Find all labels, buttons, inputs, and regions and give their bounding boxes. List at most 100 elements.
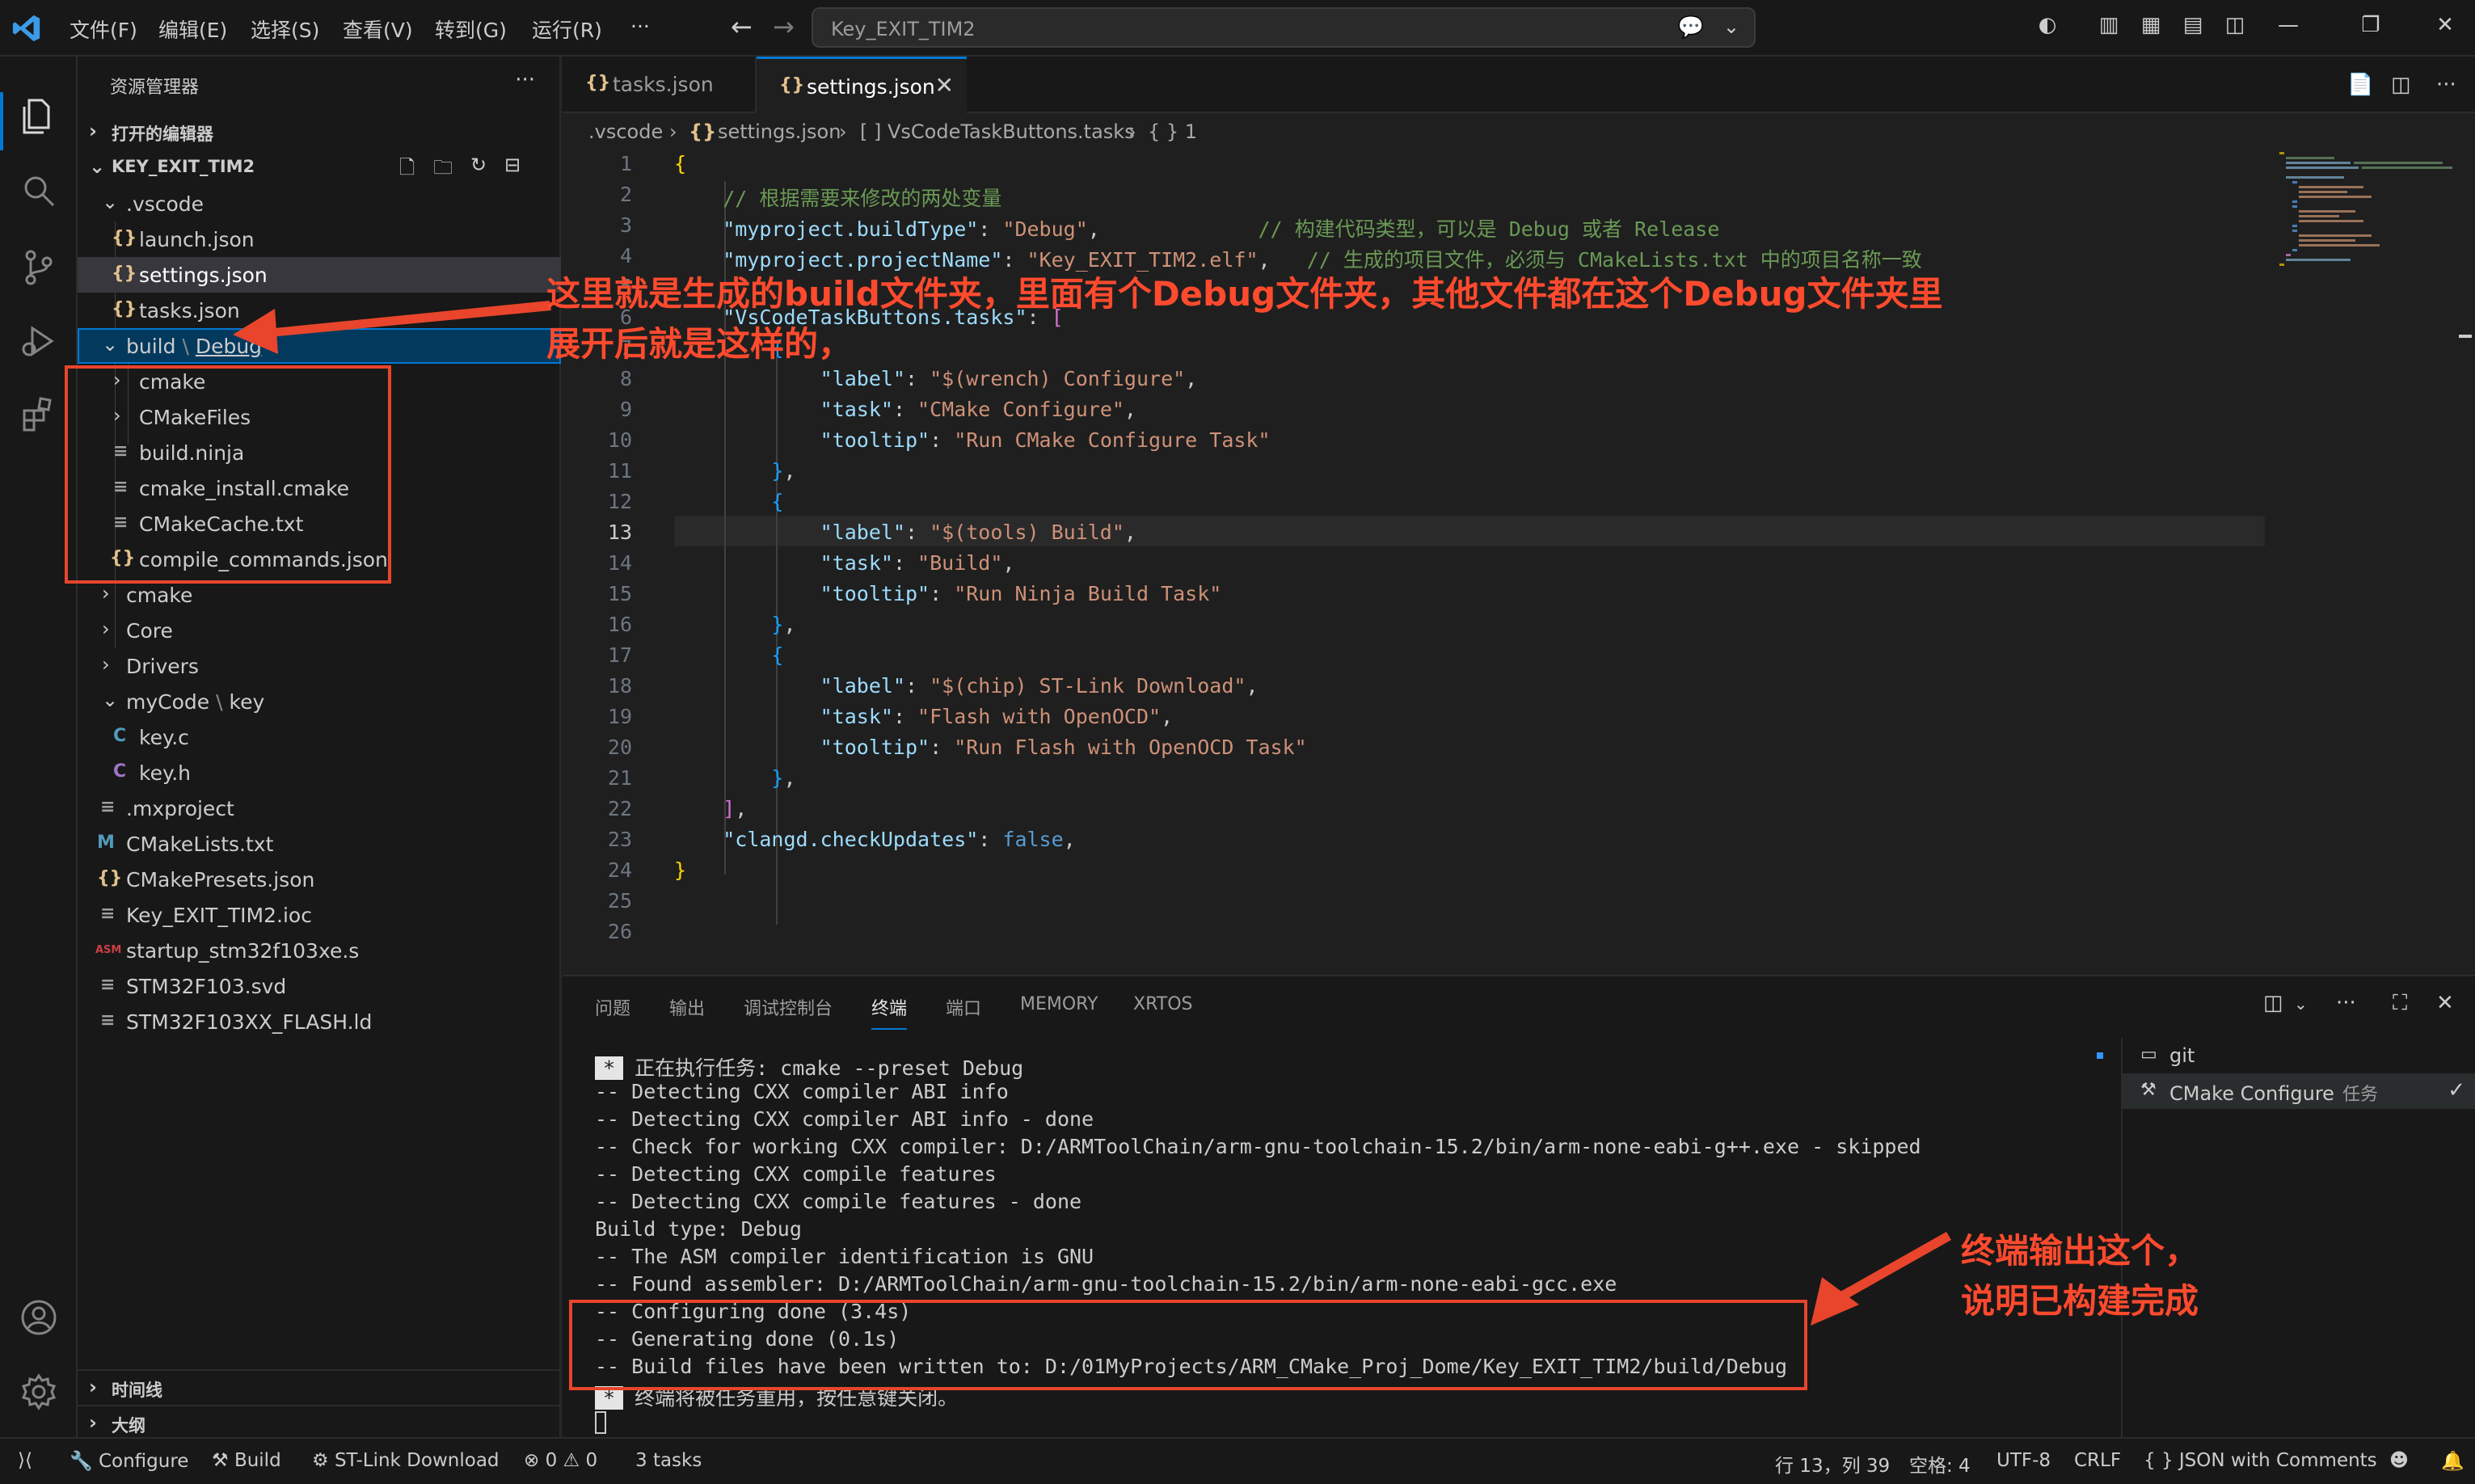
timeline-section[interactable]: › 时间线 (78, 1369, 561, 1402)
remote-icon[interactable]: ⟩⟨ (18, 1450, 32, 1471)
extensions-icon[interactable] (18, 394, 60, 436)
minimap[interactable] (2273, 149, 2459, 973)
run-debug-icon[interactable] (18, 320, 60, 362)
configure-label: Configure (98, 1451, 189, 1472)
settings-gear-icon[interactable] (18, 1371, 60, 1413)
menu-run[interactable]: 运行(R) (532, 15, 602, 44)
toggle-sidebar-icon[interactable]: ▥ (2097, 13, 2121, 37)
maximize-panel-icon[interactable]: ⛶ (2393, 991, 2407, 1016)
breadcrumb-file[interactable]: settings.json (718, 120, 841, 143)
panel-tab-problems[interactable]: 问题 (595, 994, 630, 1020)
customize-layout-icon[interactable]: ▦ (2139, 13, 2163, 37)
explorer-icon[interactable] (18, 95, 60, 137)
copilot-chat-icon[interactable]: 💬 (1678, 15, 1704, 40)
tree-item-tasks-json[interactable]: {} tasks.json (78, 293, 561, 328)
refresh-icon[interactable]: ↻ (470, 154, 487, 176)
open-editors-section[interactable]: › 打开的编辑器 (78, 115, 561, 147)
split-editor-icon[interactable]: ◫ (2391, 73, 2411, 97)
source-control-icon[interactable] (18, 246, 60, 288)
notifications-bell-icon[interactable]: 🔔 (2441, 1450, 2464, 1472)
terminal-list-item-cmake-configure[interactable]: ⚒ CMake Configure 任务 ✓ (2123, 1073, 2475, 1109)
copilot-status-icon[interactable]: ☻ (2389, 1450, 2409, 1471)
forward-arrow-icon[interactable]: → (773, 11, 795, 42)
tree-item-ld[interactable]: ≡ STM32F103XX_FLASH.ld (78, 1004, 561, 1039)
tree-item-build-debug[interactable]: ⌄ build \ Debug (78, 328, 561, 364)
split-terminal-icon[interactable]: ◫ (2263, 991, 2283, 1015)
annotation-text-terminal-line1: 终端输出这个， (1961, 1231, 2199, 1271)
tree-item-core[interactable]: › Core (78, 613, 561, 648)
copilot-icon[interactable]: ◐ (2035, 13, 2060, 37)
new-folder-icon[interactable]: 🗀 (433, 154, 453, 187)
build-button[interactable]: ⚒ Build (212, 1450, 281, 1471)
tree-item-key-c[interactable]: C key.c (78, 719, 561, 755)
outline-section[interactable]: › 大纲 (78, 1405, 561, 1437)
stlink-download-button[interactable]: ⚙ ST-Link Download (312, 1450, 500, 1471)
open-settings-json-icon[interactable]: 📄 (2347, 73, 2373, 97)
configure-button[interactable]: 🔧 Configure (70, 1450, 188, 1472)
panel-tab-xrtos[interactable]: XRTOS (1133, 994, 1192, 1014)
tree-item-launch-json[interactable]: {} launch.json (78, 221, 561, 257)
tree-item-key-h[interactable]: C key.h (78, 755, 561, 790)
terminal-list-item-git[interactable]: ▭ git (2123, 1038, 2475, 1073)
tree-item-cmakepresets[interactable]: {} CMakePresets.json (78, 862, 561, 897)
menu-edit[interactable]: 编辑(E) (158, 15, 227, 44)
panel-tab-terminal[interactable]: 终端 (871, 994, 908, 1030)
tree-item-settings-json[interactable]: {} settings.json (78, 257, 561, 293)
account-icon[interactable] (18, 1296, 60, 1339)
search-icon[interactable] (18, 170, 60, 212)
project-section[interactable]: ⌄ KEY_EXIT_TIM2 (78, 150, 561, 183)
new-file-icon[interactable]: 🗋 (399, 154, 415, 187)
tasks-status[interactable]: 3 tasks (635, 1450, 702, 1471)
tree-item-svd[interactable]: ≡ STM32F103.svd (78, 968, 561, 1004)
collapse-all-icon[interactable]: ⊟ (504, 154, 521, 176)
tree-item-startup[interactable]: ASM startup_stm32f103xe.s (78, 933, 561, 968)
chevron-down-icon[interactable]: ⌄ (2294, 994, 2308, 1014)
indentation-status[interactable]: 空格: 4 (1909, 1450, 1971, 1478)
eol-status[interactable]: CRLF (2074, 1450, 2121, 1471)
minimize-icon[interactable]: — (2276, 13, 2300, 37)
breadcrumb-object[interactable]: { } 1 (1148, 120, 1197, 143)
tree-item-mxproject[interactable]: ≡ .mxproject (78, 790, 561, 826)
problems-status[interactable]: ⊗ 0 ⚠ 0 (524, 1450, 597, 1471)
build-label: Build (234, 1450, 281, 1471)
breadcrumb-tasks-array[interactable]: [ ] VsCodeTaskButtons.tasks (860, 120, 1135, 143)
panel-tab-memory[interactable]: MEMORY (1020, 994, 1098, 1014)
breadcrumb-folder[interactable]: .vscode (588, 120, 663, 143)
command-center-search[interactable]: Key_EXIT_TIM2 💬 ⌄ (812, 7, 1756, 48)
line-number: 12 (607, 490, 632, 513)
toggle-secondary-sidebar-icon[interactable]: ◫ (2223, 13, 2247, 37)
error-count: 0 (545, 1450, 558, 1471)
close-window-icon[interactable]: ✕ (2433, 13, 2457, 37)
tree-item-ioc[interactable]: ≡ Key_EXIT_TIM2.ioc (78, 897, 561, 933)
more-actions-icon[interactable]: ··· (2436, 73, 2456, 97)
toggle-panel-icon[interactable]: ▤ (2181, 13, 2205, 37)
tree-item-drivers[interactable]: › Drivers (78, 648, 561, 684)
more-actions-icon[interactable]: ··· (515, 68, 535, 92)
tree-item-vscode[interactable]: ⌄ .vscode (78, 186, 561, 221)
back-arrow-icon[interactable]: ← (731, 11, 753, 42)
c-header-file-icon: C (113, 761, 127, 782)
close-tab-icon[interactable]: ✕ (935, 72, 954, 99)
tab-settings-json[interactable]: {} settings.json ✕ (757, 57, 967, 113)
terminal-list-label: git (2169, 1044, 2195, 1067)
restore-icon[interactable]: ❐ (2359, 13, 2383, 37)
tree-item-mycode-key[interactable]: ⌄ myCode \ key (78, 684, 561, 719)
menu-go[interactable]: 转到(G) (435, 15, 507, 44)
encoding-status[interactable]: UTF-8 (1996, 1450, 2051, 1471)
more-actions-icon[interactable]: ··· (2336, 991, 2356, 1015)
cursor-position[interactable]: 行 13，列 39 (1775, 1450, 1890, 1478)
language-mode[interactable]: { } JSON with Comments (2144, 1450, 2377, 1471)
menu-view[interactable]: 查看(V) (343, 15, 413, 44)
folder-debug-label[interactable]: Debug (196, 335, 262, 358)
json-file-icon: {} (779, 75, 805, 95)
menu-selection[interactable]: 选择(S) (251, 15, 319, 44)
panel-tab-output[interactable]: 输出 (669, 994, 705, 1020)
close-panel-icon[interactable]: ✕ (2436, 991, 2454, 1015)
menu-file[interactable]: 文件(F) (70, 15, 137, 44)
panel-tab-ports[interactable]: 端口 (946, 994, 981, 1020)
chevron-down-icon[interactable]: ⌄ (1723, 15, 1739, 38)
tree-item-cmakelists[interactable]: M CMakeLists.txt (78, 826, 561, 862)
menu-more[interactable]: ··· (630, 15, 650, 38)
tab-tasks-json[interactable]: {} tasks.json (563, 57, 757, 113)
panel-tab-debug-console[interactable]: 调试控制台 (744, 994, 833, 1020)
